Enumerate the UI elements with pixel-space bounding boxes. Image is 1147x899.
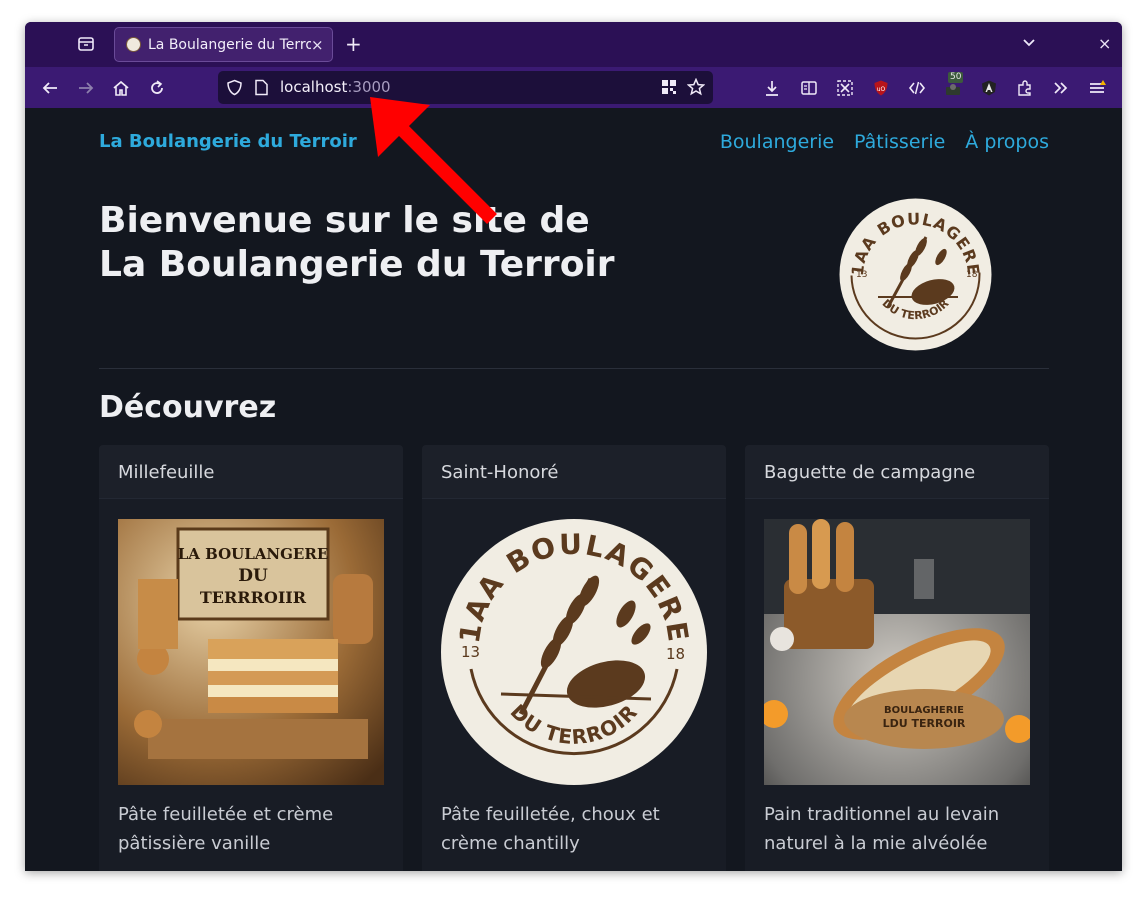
chevron-down-icon[interactable] <box>1021 35 1037 55</box>
tab-strip: La Boulangerie du Terroir × + × <box>25 22 1122 67</box>
screenshot-icon[interactable] <box>835 78 855 98</box>
overflow-icon[interactable] <box>1051 78 1071 98</box>
card-description: Pâte feuilletée, choux et crème chantill… <box>441 804 660 854</box>
svg-text:18: 18 <box>666 645 685 663</box>
new-tab-button[interactable]: + <box>345 33 362 55</box>
nav-link-patisserie[interactable]: Pâtisserie <box>854 129 945 155</box>
millefeuille-image: LA BOULANGERE DU TERRROIIR <box>118 519 384 785</box>
svg-text:BOULAGHERIE: BOULAGHERIE <box>884 705 964 716</box>
url-text[interactable]: localhost:3000 <box>280 78 391 97</box>
section-title: Découvrez <box>99 390 277 425</box>
navigation-toolbar: localhost:3000 uO 50 <box>25 67 1122 108</box>
devtools-icon[interactable] <box>907 78 927 98</box>
svg-text:LA BOULANGERE: LA BOULANGERE <box>178 545 329 563</box>
saint-honore-image: 1AA BOULAGERE DU TERROIR 13 18 <box>441 519 707 785</box>
card-title: Baguette de campagne <box>764 462 976 483</box>
extension-badge: 50 <box>948 72 964 83</box>
menu-icon[interactable] <box>1087 78 1107 98</box>
nav-link-boulangerie[interactable]: Boulangerie <box>720 129 834 155</box>
card-description: Pain traditionnel au levain naturel à la… <box>764 804 1000 854</box>
svg-text:DU: DU <box>238 566 268 586</box>
hero-title: Bienvenue sur le site de La Boulangerie … <box>99 199 659 287</box>
active-tab[interactable]: La Boulangerie du Terroir × <box>114 27 333 62</box>
browser-window: La Boulangerie du Terroir × + × localhos… <box>25 22 1122 871</box>
forward-icon[interactable] <box>76 78 96 98</box>
tab-list-icon[interactable] <box>77 35 95 53</box>
page-content: La Boulangerie du Terroir Boulangerie Pâ… <box>25 108 1122 871</box>
download-icon[interactable] <box>762 78 782 98</box>
svg-text:LDU TERROIR: LDU TERROIR <box>883 717 966 730</box>
product-card-saint-honore[interactable]: Saint-Honoré 1AA BOULAGERE DU TERROIR 13… <box>422 445 726 871</box>
site-nav: Boulangerie Pâtisserie À propos <box>720 129 1049 155</box>
nav-link-a-propos[interactable]: À propos <box>965 129 1049 155</box>
back-icon[interactable] <box>40 78 60 98</box>
shield-icon[interactable] <box>226 79 243 100</box>
site-favicon-icon <box>126 37 141 52</box>
hero-title-line-1: Bienvenue sur le site de <box>99 200 590 241</box>
card-description: Pâte feuilletée et crème pâtissière vani… <box>118 804 334 854</box>
tab-title: La Boulangerie du Terroir <box>148 37 311 53</box>
bakery-logo: 1AA BOULAGERE DU TERROIR 13 18 <box>838 197 993 352</box>
hero-title-line-2: La Boulangerie du Terroir <box>99 244 615 285</box>
angular-icon[interactable] <box>979 78 999 98</box>
site-brand-link[interactable]: La Boulangerie du Terroir <box>99 131 357 153</box>
svg-text:TERRROIIR: TERRROIIR <box>200 588 307 607</box>
home-icon[interactable] <box>111 78 131 98</box>
page-icon[interactable] <box>254 79 269 100</box>
tab-close-icon[interactable]: × <box>311 36 324 54</box>
svg-text:18: 18 <box>966 270 978 280</box>
reload-icon[interactable] <box>147 78 167 98</box>
section-divider <box>99 368 1049 369</box>
svg-text:13: 13 <box>461 643 480 661</box>
puzzle-icon[interactable] <box>1015 78 1035 98</box>
ublock-icon[interactable]: uO <box>871 78 891 98</box>
reader-view-icon[interactable] <box>799 78 819 98</box>
window-close-button[interactable]: × <box>1098 33 1111 55</box>
product-card-millefeuille[interactable]: Millefeuille LA BOULANGERE DU TERRROIIR <box>99 445 403 871</box>
qr-code-icon[interactable] <box>661 79 677 99</box>
card-title: Millefeuille <box>118 462 215 483</box>
svg-text:13: 13 <box>856 270 867 280</box>
address-bar[interactable]: localhost:3000 <box>218 71 713 104</box>
product-card-baguette[interactable]: Baguette de campagne BOULAGHERIE LDU TER… <box>745 445 1049 871</box>
baguette-image: BOULAGHERIE LDU TERROIR <box>764 519 1030 785</box>
svg-text:uO: uO <box>877 86 886 93</box>
card-title: Saint-Honoré <box>441 462 559 483</box>
bookmark-star-icon[interactable] <box>686 77 706 100</box>
